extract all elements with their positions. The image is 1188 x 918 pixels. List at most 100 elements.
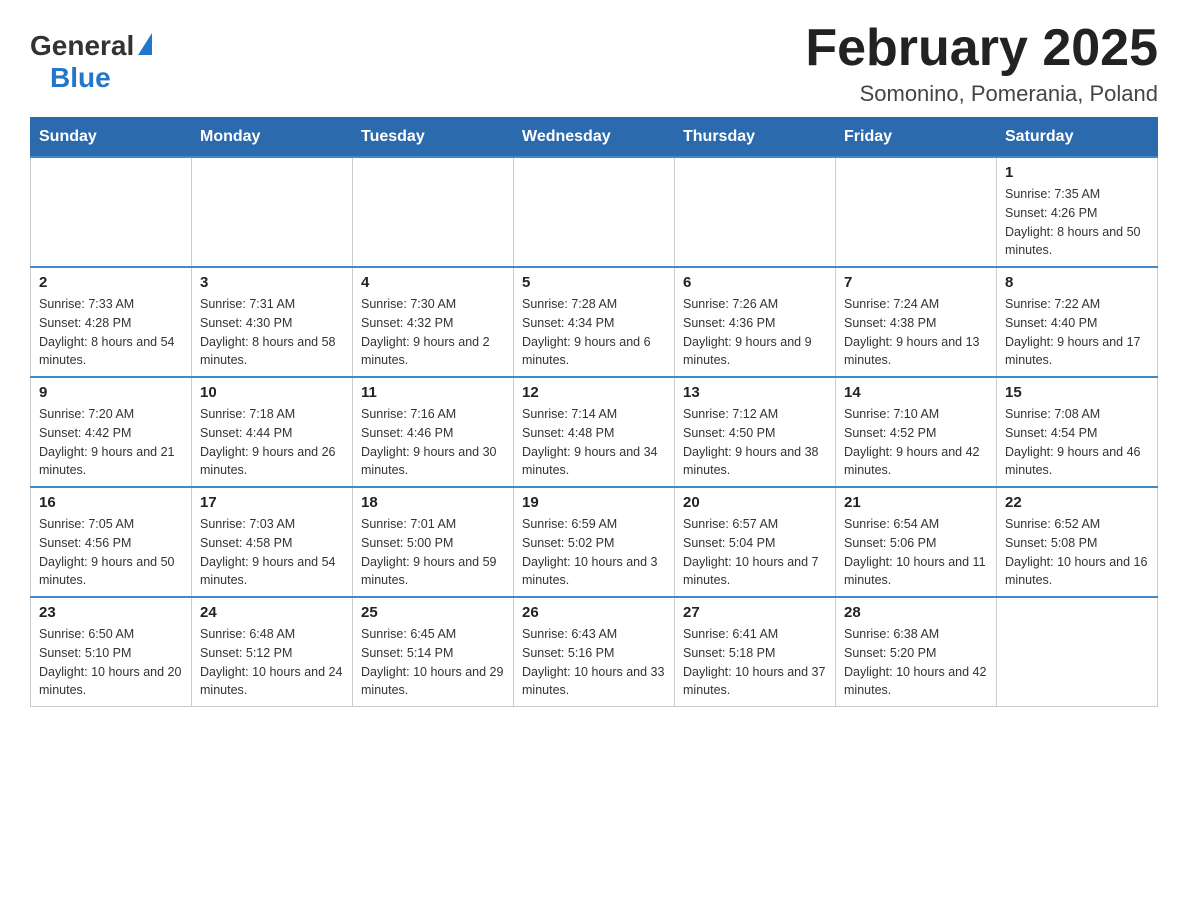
calendar-cell: 19Sunrise: 6:59 AMSunset: 5:02 PMDayligh… xyxy=(514,487,675,597)
day-info: Sunrise: 7:30 AMSunset: 4:32 PMDaylight:… xyxy=(361,295,505,370)
day-number: 27 xyxy=(683,604,827,621)
day-info: Sunrise: 7:16 AMSunset: 4:46 PMDaylight:… xyxy=(361,405,505,480)
calendar-cell: 18 Sunrise: 7:01 AMSunset: 5:00 PMDayligh… xyxy=(353,487,514,597)
calendar-table: SundayMondayTuesdayWednesdayThursdayFrid… xyxy=(30,117,1158,707)
calendar-cell xyxy=(675,157,836,267)
day-number: 20 xyxy=(683,494,827,511)
calendar-cell: 5Sunrise: 7:28 AMSunset: 4:34 PMDaylight… xyxy=(514,267,675,377)
calendar-cell: 16 Sunrise: 7:05 AMSunset: 4:56 PMDayligh… xyxy=(31,487,192,597)
day-info: Sunrise: 7:33 AMSunset: 4:28 PMDaylight:… xyxy=(39,295,183,370)
calendar-cell: 9 Sunrise: 7:20 AMSunset: 4:42 PMDaylight… xyxy=(31,377,192,487)
month-title: February 2025 xyxy=(805,20,1158,77)
day-number: 19 xyxy=(522,494,666,511)
location-title: Somonino, Pomerania, Poland xyxy=(805,81,1158,107)
day-number: 21 xyxy=(844,494,988,511)
calendar-cell: 7Sunrise: 7:24 AMSunset: 4:38 PMDaylight… xyxy=(836,267,997,377)
calendar-cell: 26Sunrise: 6:43 AMSunset: 5:16 PMDayligh… xyxy=(514,597,675,707)
calendar-cell: 20 Sunrise: 6:57 AMSunset: 5:04 PMDayligh… xyxy=(675,487,836,597)
weekday-header-row: SundayMondayTuesdayWednesdayThursdayFrid… xyxy=(31,118,1158,158)
day-number: 1 xyxy=(1005,164,1149,181)
calendar-cell: 15 Sunrise: 7:08 AMSunset: 4:54 PMDayligh… xyxy=(997,377,1158,487)
calendar-cell: 6 Sunrise: 7:26 AMSunset: 4:36 PMDaylight… xyxy=(675,267,836,377)
calendar-cell: 27Sunrise: 6:41 AMSunset: 5:18 PMDayligh… xyxy=(675,597,836,707)
weekday-header-friday: Friday xyxy=(836,118,997,158)
weekday-header-saturday: Saturday xyxy=(997,118,1158,158)
day-number: 6 xyxy=(683,274,827,291)
calendar-cell: 1 Sunrise: 7:35 AMSunset: 4:26 PMDaylight… xyxy=(997,157,1158,267)
weekday-header-monday: Monday xyxy=(192,118,353,158)
day-info: Sunrise: 7:10 AMSunset: 4:52 PMDaylight:… xyxy=(844,405,988,480)
day-number: 18 xyxy=(361,494,505,511)
day-info: Sunrise: 6:57 AMSunset: 5:04 PMDaylight:… xyxy=(683,515,827,590)
day-number: 11 xyxy=(361,384,505,401)
day-number: 8 xyxy=(1005,274,1149,291)
day-info: Sunrise: 7:12 AMSunset: 4:50 PMDaylight:… xyxy=(683,405,827,480)
calendar-cell: 23 Sunrise: 6:50 AMSunset: 5:10 PMDayligh… xyxy=(31,597,192,707)
day-info: Sunrise: 6:50 AMSunset: 5:10 PMDaylight:… xyxy=(39,625,183,700)
calendar-cell xyxy=(31,157,192,267)
weekday-header-tuesday: Tuesday xyxy=(353,118,514,158)
title-area: February 2025 Somonino, Pomerania, Polan… xyxy=(805,20,1158,107)
day-number: 2 xyxy=(39,274,183,291)
day-number: 7 xyxy=(844,274,988,291)
calendar-week-row: 9 Sunrise: 7:20 AMSunset: 4:42 PMDaylight… xyxy=(31,377,1158,487)
day-info: Sunrise: 7:08 AMSunset: 4:54 PMDaylight:… xyxy=(1005,405,1149,480)
day-info: Sunrise: 7:22 AMSunset: 4:40 PMDaylight:… xyxy=(1005,295,1149,370)
day-info: Sunrise: 6:54 AMSunset: 5:06 PMDaylight:… xyxy=(844,515,988,590)
day-info: Sunrise: 7:18 AMSunset: 4:44 PMDaylight:… xyxy=(200,405,344,480)
day-number: 16 xyxy=(39,494,183,511)
calendar-cell: 28 Sunrise: 6:38 AMSunset: 5:20 PMDayligh… xyxy=(836,597,997,707)
day-info: Sunrise: 6:38 AMSunset: 5:20 PMDaylight:… xyxy=(844,625,988,700)
calendar-week-row: 1 Sunrise: 7:35 AMSunset: 4:26 PMDaylight… xyxy=(31,157,1158,267)
logo: General Blue xyxy=(30,30,152,94)
day-info: Sunrise: 7:14 AMSunset: 4:48 PMDaylight:… xyxy=(522,405,666,480)
calendar-cell xyxy=(514,157,675,267)
day-info: Sunrise: 7:05 AMSunset: 4:56 PMDaylight:… xyxy=(39,515,183,590)
calendar-cell: 24Sunrise: 6:48 AMSunset: 5:12 PMDayligh… xyxy=(192,597,353,707)
day-number: 28 xyxy=(844,604,988,621)
day-number: 23 xyxy=(39,604,183,621)
calendar-cell: 21 Sunrise: 6:54 AMSunset: 5:06 PMDayligh… xyxy=(836,487,997,597)
calendar-cell: 13Sunrise: 7:12 AMSunset: 4:50 PMDayligh… xyxy=(675,377,836,487)
day-number: 24 xyxy=(200,604,344,621)
day-info: Sunrise: 7:31 AMSunset: 4:30 PMDaylight:… xyxy=(200,295,344,370)
calendar-cell xyxy=(836,157,997,267)
day-number: 3 xyxy=(200,274,344,291)
calendar-week-row: 2 Sunrise: 7:33 AMSunset: 4:28 PMDaylight… xyxy=(31,267,1158,377)
day-info: Sunrise: 7:03 AMSunset: 4:58 PMDaylight:… xyxy=(200,515,344,590)
day-number: 17 xyxy=(200,494,344,511)
calendar-week-row: 16 Sunrise: 7:05 AMSunset: 4:56 PMDayligh… xyxy=(31,487,1158,597)
calendar-cell: 14Sunrise: 7:10 AMSunset: 4:52 PMDayligh… xyxy=(836,377,997,487)
day-info: Sunrise: 7:35 AMSunset: 4:26 PMDaylight:… xyxy=(1005,185,1149,260)
weekday-header-thursday: Thursday xyxy=(675,118,836,158)
day-info: Sunrise: 7:28 AMSunset: 4:34 PMDaylight:… xyxy=(522,295,666,370)
day-number: 12 xyxy=(522,384,666,401)
calendar-cell: 11 Sunrise: 7:16 AMSunset: 4:46 PMDayligh… xyxy=(353,377,514,487)
day-number: 25 xyxy=(361,604,505,621)
calendar-cell: 2 Sunrise: 7:33 AMSunset: 4:28 PMDaylight… xyxy=(31,267,192,377)
day-number: 9 xyxy=(39,384,183,401)
logo-blue: Blue xyxy=(50,62,111,94)
calendar-cell: 8 Sunrise: 7:22 AMSunset: 4:40 PMDaylight… xyxy=(997,267,1158,377)
calendar-cell: 3 Sunrise: 7:31 AMSunset: 4:30 PMDaylight… xyxy=(192,267,353,377)
calendar-week-row: 23 Sunrise: 6:50 AMSunset: 5:10 PMDayligh… xyxy=(31,597,1158,707)
logo-general: General xyxy=(30,30,134,62)
day-info: Sunrise: 6:52 AMSunset: 5:08 PMDaylight:… xyxy=(1005,515,1149,590)
weekday-header-wednesday: Wednesday xyxy=(514,118,675,158)
logo-triangle-icon xyxy=(138,33,152,55)
calendar-cell xyxy=(997,597,1158,707)
weekday-header-sunday: Sunday xyxy=(31,118,192,158)
day-info: Sunrise: 7:20 AMSunset: 4:42 PMDaylight:… xyxy=(39,405,183,480)
day-info: Sunrise: 7:26 AMSunset: 4:36 PMDaylight:… xyxy=(683,295,827,370)
day-info: Sunrise: 6:45 AMSunset: 5:14 PMDaylight:… xyxy=(361,625,505,700)
day-number: 22 xyxy=(1005,494,1149,511)
calendar-cell: 17 Sunrise: 7:03 AMSunset: 4:58 PMDayligh… xyxy=(192,487,353,597)
day-info: Sunrise: 6:43 AMSunset: 5:16 PMDaylight:… xyxy=(522,625,666,700)
calendar-cell xyxy=(353,157,514,267)
calendar-cell: 10Sunrise: 7:18 AMSunset: 4:44 PMDayligh… xyxy=(192,377,353,487)
calendar-cell: 25 Sunrise: 6:45 AMSunset: 5:14 PMDayligh… xyxy=(353,597,514,707)
day-number: 15 xyxy=(1005,384,1149,401)
page-header: General Blue February 2025 Somonino, Pom… xyxy=(30,20,1158,107)
day-info: Sunrise: 7:01 AMSunset: 5:00 PMDaylight:… xyxy=(361,515,505,590)
day-number: 4 xyxy=(361,274,505,291)
